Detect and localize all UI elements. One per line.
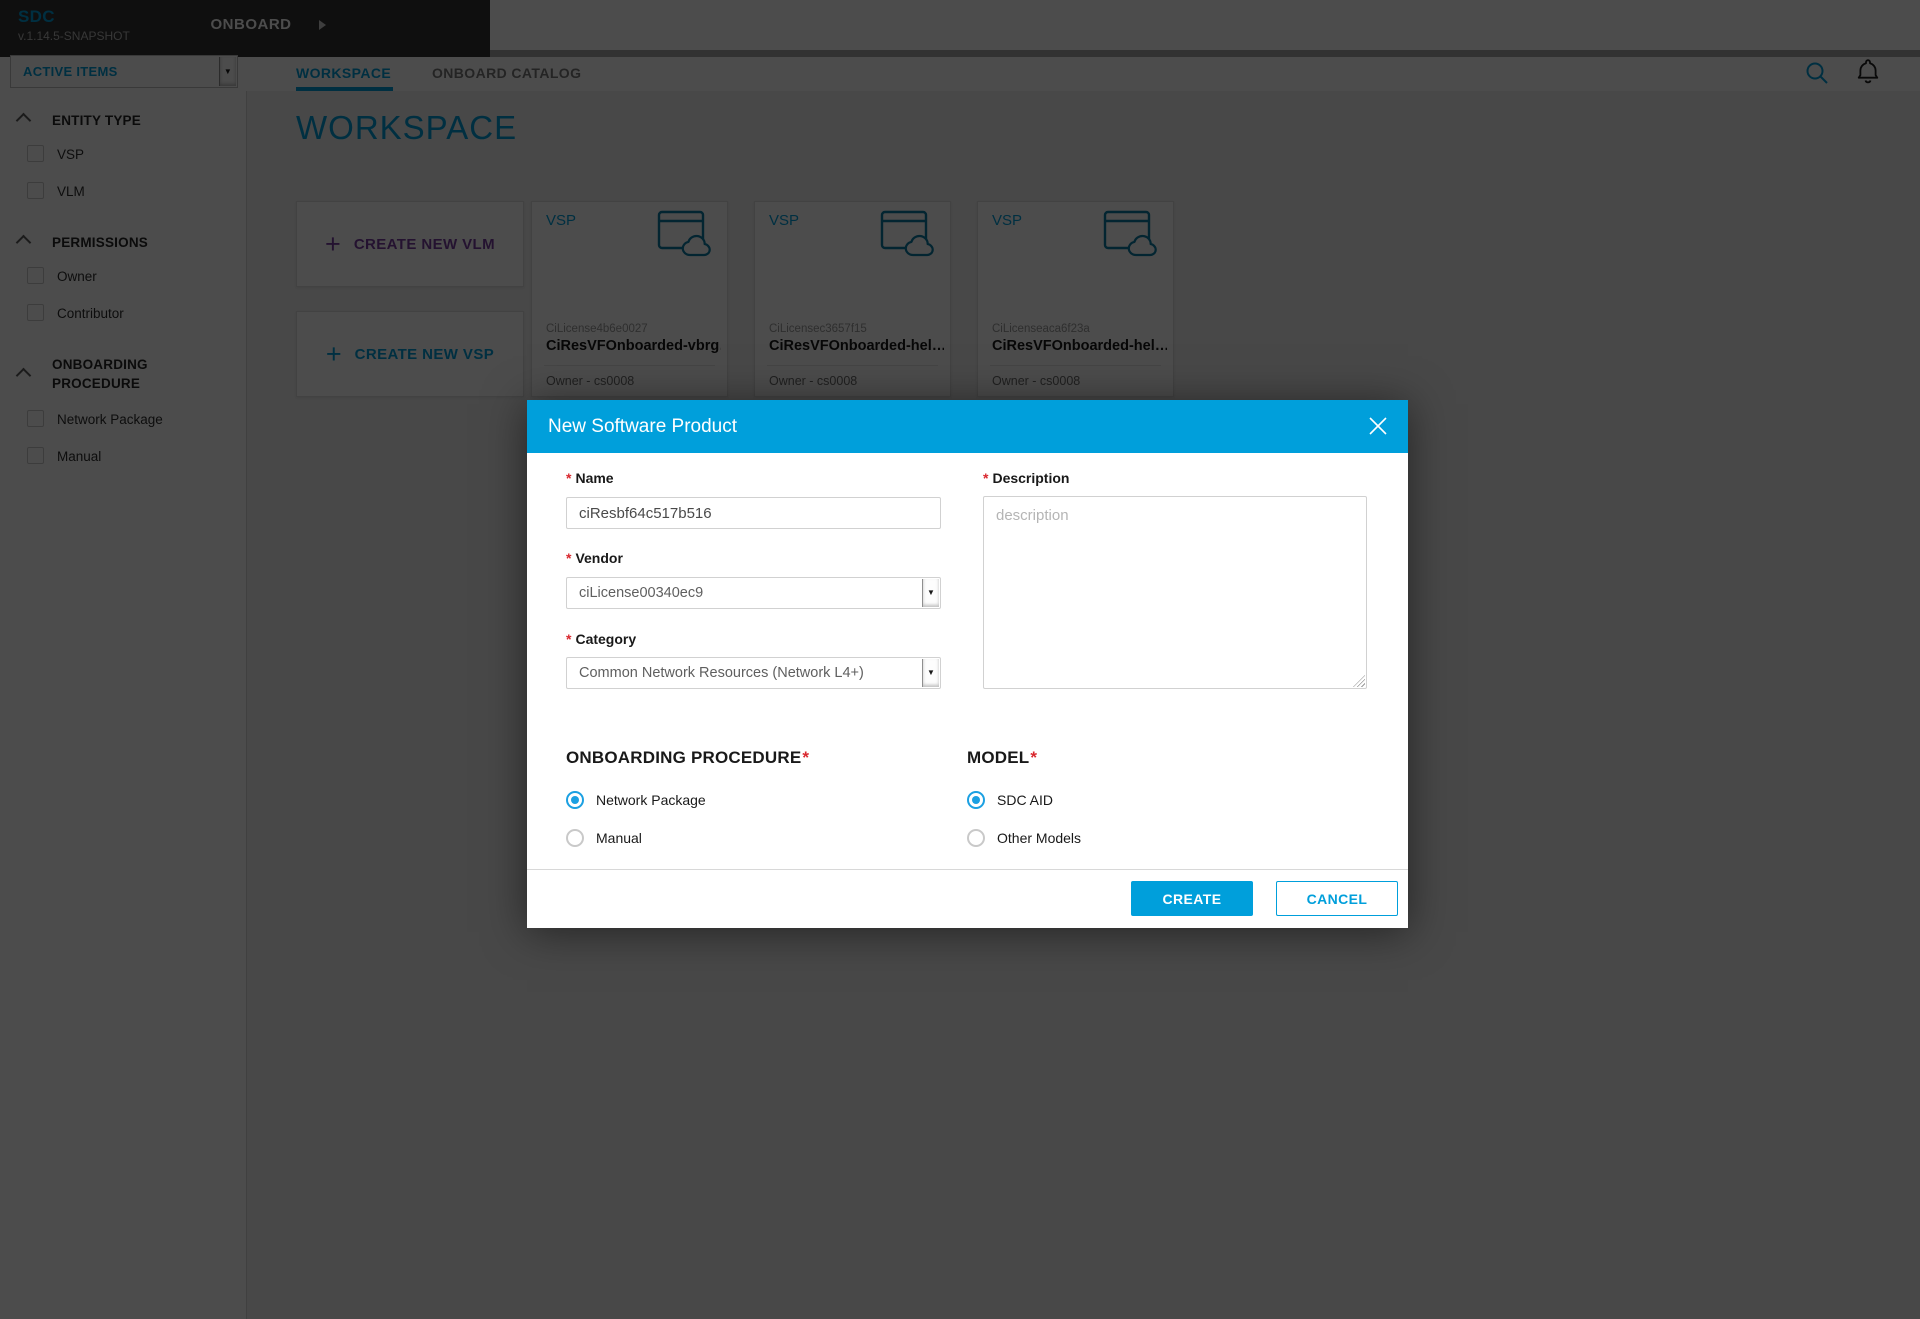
- radio-sdc-aid[interactable]: SDC AID: [967, 791, 1053, 809]
- category-select-value: Common Network Resources (Network L4+): [579, 665, 864, 681]
- model-section-title: MODEL*: [967, 748, 1037, 768]
- vendor-select[interactable]: ciLicense00340ec9 ▼: [566, 577, 941, 609]
- required-asterisk: *: [566, 631, 571, 647]
- required-asterisk: *: [802, 748, 809, 767]
- required-asterisk: *: [566, 550, 571, 566]
- category-select[interactable]: Common Network Resources (Network L4+) ▼: [566, 657, 941, 689]
- vendor-field-label: *Vendor: [566, 550, 623, 566]
- chevron-down-icon[interactable]: ▼: [922, 579, 939, 607]
- close-icon[interactable]: [1368, 416, 1388, 436]
- radio-unselected-icon[interactable]: [967, 829, 985, 847]
- radio-network-package[interactable]: Network Package: [566, 791, 706, 809]
- radio-unselected-icon[interactable]: [566, 829, 584, 847]
- modal-header: New Software Product: [527, 400, 1408, 453]
- chevron-down-icon[interactable]: ▼: [922, 659, 939, 687]
- radio-selected-icon[interactable]: [566, 791, 584, 809]
- modal-footer-divider: [527, 869, 1408, 870]
- name-input[interactable]: [566, 497, 941, 529]
- radio-manual[interactable]: Manual: [566, 829, 642, 847]
- description-textarea[interactable]: [983, 496, 1367, 689]
- required-asterisk: *: [566, 470, 571, 486]
- radio-other-models[interactable]: Other Models: [967, 829, 1081, 847]
- modal-title: New Software Product: [548, 400, 737, 453]
- required-asterisk: *: [983, 470, 988, 486]
- radio-selected-icon[interactable]: [967, 791, 985, 809]
- create-button[interactable]: CREATE: [1131, 881, 1253, 916]
- vendor-select-value: ciLicense00340ec9: [579, 585, 703, 601]
- description-field-label: *Description: [983, 470, 1069, 486]
- new-software-product-modal: New Software Product *Name *Vendor ciLic…: [527, 400, 1408, 928]
- required-asterisk: *: [1030, 748, 1037, 767]
- cancel-button[interactable]: CANCEL: [1276, 881, 1398, 916]
- category-field-label: *Category: [566, 631, 636, 647]
- name-field-label: *Name: [566, 470, 614, 486]
- onboarding-procedure-section-title: ONBOARDING PROCEDURE*: [566, 748, 809, 768]
